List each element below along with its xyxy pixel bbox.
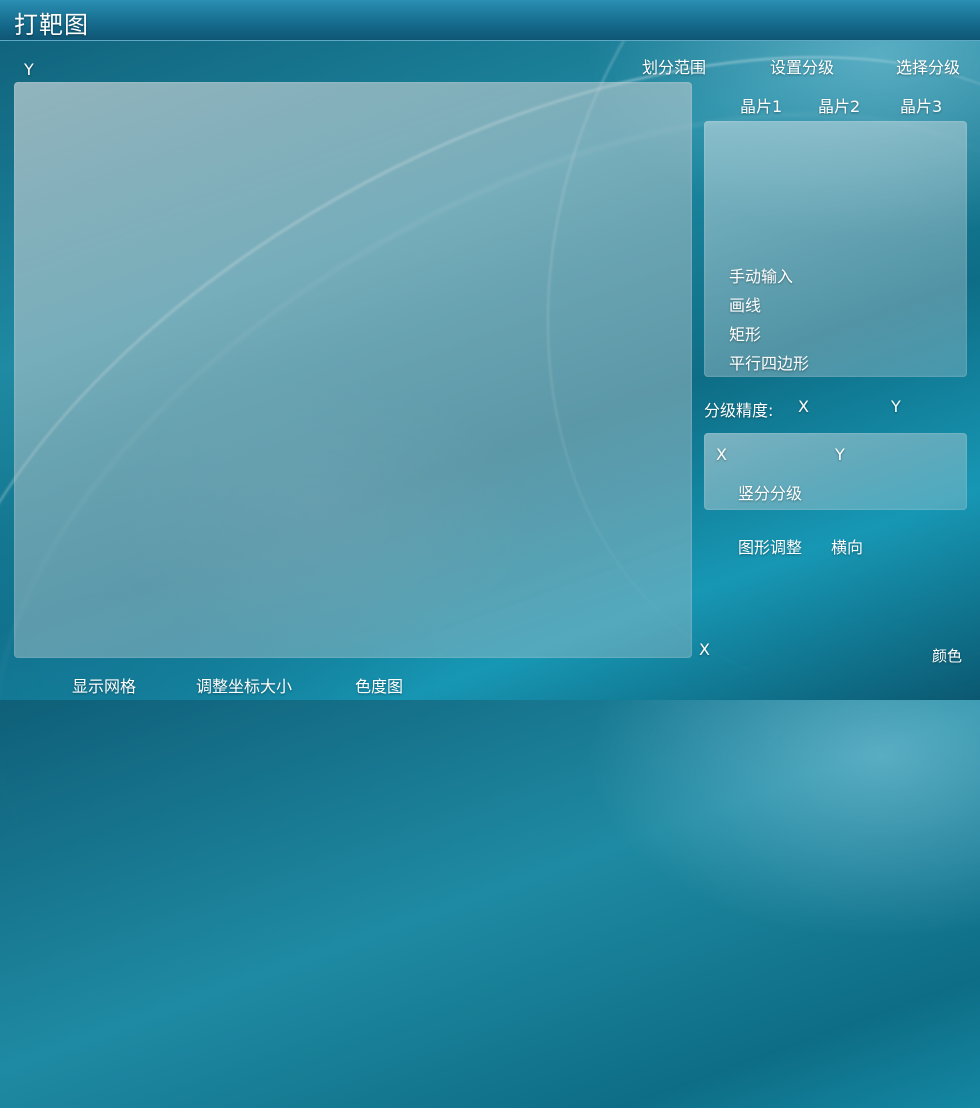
precision-y-label: Y — [891, 397, 901, 416]
tab-wafer-3[interactable]: 晶片3 — [900, 93, 942, 117]
horizontal-button[interactable]: 横向 — [831, 534, 863, 558]
shape-adjust-button[interactable]: 图形调整 — [738, 534, 802, 558]
draw-mode-panel: 手动输入 画线 矩形 平行四边形 — [704, 121, 967, 377]
grading-x-label: X — [716, 445, 727, 464]
adjust-axis-size-button[interactable]: 调整坐标大小 — [196, 673, 292, 697]
color-button[interactable]: 颜色 — [932, 645, 962, 666]
y-axis-label: Y — [24, 60, 34, 79]
draw-mode-manual-input[interactable]: 手动输入 — [729, 263, 793, 287]
draw-mode-rectangle[interactable]: 矩形 — [729, 321, 761, 345]
x-axis-label: X — [699, 640, 710, 659]
title-bar: 打靶图 — [0, 0, 980, 41]
tab-wafer-1[interactable]: 晶片1 — [740, 93, 782, 117]
target-plot-area[interactable] — [14, 82, 692, 658]
window-title: 打靶图 — [14, 11, 89, 39]
grading-precision-label: 分级精度: — [704, 401, 774, 420]
grading-y-label: Y — [835, 445, 845, 464]
show-grid-button[interactable]: 显示网格 — [72, 673, 136, 697]
chromaticity-diagram-button[interactable]: 色度图 — [355, 673, 403, 697]
draw-mode-line[interactable]: 画线 — [729, 292, 761, 316]
set-grading-button[interactable]: 设置分级 — [770, 54, 834, 78]
precision-x-label: X — [798, 397, 809, 416]
grading-panel: X Y 竖分分级 — [704, 433, 967, 510]
tab-wafer-2[interactable]: 晶片2 — [818, 93, 860, 117]
divide-range-button[interactable]: 划分范围 — [642, 54, 706, 78]
select-grading-button[interactable]: 选择分级 — [896, 54, 960, 78]
vertical-grading-button[interactable]: 竖分分级 — [738, 480, 802, 504]
draw-mode-parallelogram[interactable]: 平行四边形 — [729, 350, 809, 374]
